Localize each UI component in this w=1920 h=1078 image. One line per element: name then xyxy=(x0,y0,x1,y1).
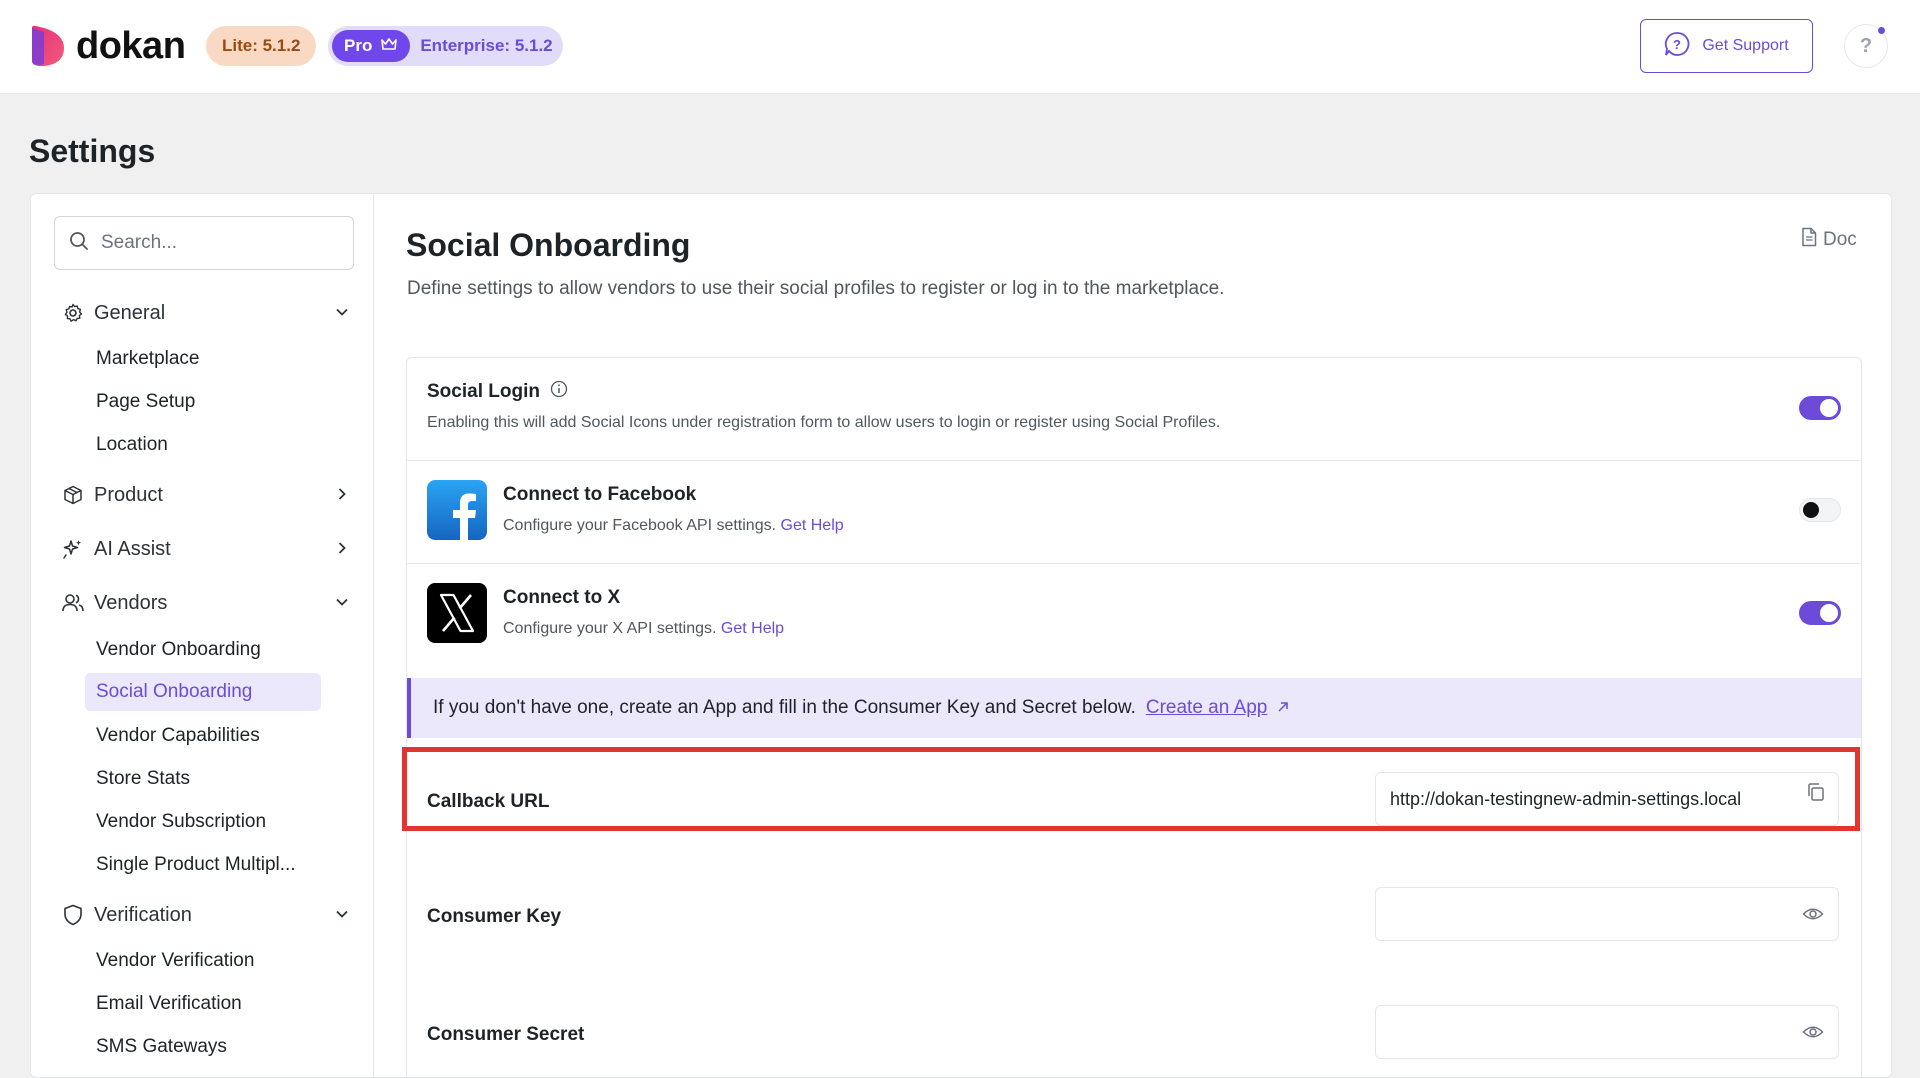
consumer-secret-field xyxy=(1375,1005,1839,1059)
box-icon xyxy=(61,485,85,505)
callback-url-highlight-box xyxy=(402,747,1860,831)
users-icon xyxy=(61,593,85,613)
sidebar-item-vendor-onboarding[interactable]: Vendor Onboarding xyxy=(96,637,261,663)
section-description: Define settings to allow vendors to use … xyxy=(407,278,1225,299)
lite-version-badge: Lite: 5.1.2 xyxy=(206,26,317,66)
sidebar-group-product[interactable]: Product xyxy=(61,481,351,509)
sidebar-item-single-product-multiple[interactable]: Single Product Multipl... xyxy=(96,852,296,878)
social-login-toggle[interactable] xyxy=(1799,396,1841,420)
sidebar-group-verification[interactable]: Verification xyxy=(61,901,351,929)
facebook-description-row: Configure your Facebook API settings. Ge… xyxy=(503,517,844,535)
sidebar-item-email-verification[interactable]: Email Verification xyxy=(96,991,242,1017)
eye-icon[interactable] xyxy=(1802,1021,1824,1048)
facebook-get-help-link[interactable]: Get Help xyxy=(781,517,844,534)
pro-badge: Pro xyxy=(332,30,411,62)
sidebar-item-sms-gateways[interactable]: SMS Gateways xyxy=(96,1034,227,1060)
chevron-right-icon xyxy=(333,485,351,509)
notification-dot xyxy=(1878,27,1885,34)
search-box[interactable] xyxy=(54,216,354,270)
pro-version-badge: Pro Enterprise: 5.1.2 xyxy=(328,26,563,66)
sidebar-item-vendor-verification[interactable]: Vendor Verification xyxy=(96,948,254,974)
chevron-down-icon xyxy=(333,905,351,929)
consumer-key-field xyxy=(1375,887,1839,941)
eye-icon[interactable] xyxy=(1802,903,1824,930)
settings-card: General Marketplace Page Setup Location … xyxy=(30,193,1892,1078)
x-logo-icon xyxy=(427,583,487,643)
doc-link[interactable]: Doc xyxy=(1801,227,1857,253)
sparkles-icon xyxy=(61,538,85,560)
divider xyxy=(407,460,1861,461)
toggle-knob xyxy=(1803,502,1819,518)
facebook-toggle[interactable] xyxy=(1799,498,1841,522)
toggle-knob xyxy=(1820,399,1838,417)
sidebar-item-page-setup[interactable]: Page Setup xyxy=(96,389,195,415)
x-toggle[interactable] xyxy=(1799,601,1841,625)
consumer-key-input[interactable] xyxy=(1390,903,1790,925)
sidebar-group-vendors[interactable]: Vendors xyxy=(61,589,351,617)
facebook-icon xyxy=(427,480,487,540)
document-icon xyxy=(1801,227,1817,253)
consumer-secret-input[interactable] xyxy=(1390,1021,1790,1043)
settings-sidebar: General Marketplace Page Setup Location … xyxy=(31,194,374,1077)
sidebar-group-label: Verification xyxy=(94,903,192,926)
get-support-button[interactable]: ? Get Support xyxy=(1640,19,1813,73)
help-question-icon: ? xyxy=(1859,34,1873,57)
sidebar-group-ai-assist[interactable]: AI Assist xyxy=(61,535,351,563)
chevron-right-icon xyxy=(333,539,351,563)
toggle-knob xyxy=(1820,604,1838,622)
sidebar-item-marketplace[interactable]: Marketplace xyxy=(96,346,200,372)
x-label: Connect to X xyxy=(503,587,621,608)
consumer-secret-label: Consumer Secret xyxy=(427,1024,585,1045)
sidebar-group-label: Product xyxy=(94,483,163,506)
sidebar-item-location[interactable]: Location xyxy=(96,432,168,458)
pro-label: Pro xyxy=(344,36,373,55)
social-login-description: Enabling this will add Social Icons unde… xyxy=(427,414,1221,431)
logo-text: dokan xyxy=(76,25,186,67)
x-description: Configure your X API settings. xyxy=(503,620,717,637)
facebook-description: Configure your Facebook API settings. xyxy=(503,517,777,534)
create-app-link[interactable]: Create an App xyxy=(1146,697,1267,719)
sidebar-item-social-onboarding[interactable]: Social Onboarding xyxy=(85,673,321,711)
shield-icon xyxy=(61,904,85,926)
x-get-help-link[interactable]: Get Help xyxy=(721,620,784,637)
social-login-label: Social Login xyxy=(427,380,540,402)
enterprise-version-label: Enterprise: 5.1.2 xyxy=(420,36,553,55)
main-content: Social Onboarding Define settings to all… xyxy=(374,194,1891,1077)
sidebar-group-label: Vendors xyxy=(94,591,168,614)
top-bar: dokan Lite: 5.1.2 Pro Enterprise: 5.1.2 … xyxy=(0,0,1920,94)
crown-icon xyxy=(380,36,398,57)
sidebar-item-vendor-subscription[interactable]: Vendor Subscription xyxy=(96,809,266,835)
dokan-logo[interactable]: dokan xyxy=(30,24,186,68)
help-button[interactable]: ? xyxy=(1844,24,1888,68)
page-title: Settings xyxy=(29,133,156,169)
search-icon xyxy=(69,231,89,256)
section-title: Social Onboarding xyxy=(406,227,691,263)
chevron-down-icon xyxy=(333,303,351,327)
external-link-icon xyxy=(1277,697,1289,719)
support-chat-icon: ? xyxy=(1664,31,1690,62)
gear-icon xyxy=(61,303,85,323)
social-settings-panel: Social Login Enabling this will add Soci… xyxy=(406,357,1862,1077)
sidebar-item-vendor-capabilities[interactable]: Vendor Capabilities xyxy=(96,723,260,749)
get-support-label: Get Support xyxy=(1702,37,1789,54)
sidebar-group-general[interactable]: General xyxy=(61,299,351,327)
doc-label: Doc xyxy=(1823,229,1857,250)
dokan-logo-icon xyxy=(30,24,66,68)
facebook-label: Connect to Facebook xyxy=(503,484,697,505)
sidebar-item-store-stats[interactable]: Store Stats xyxy=(96,766,190,792)
create-app-label: Create an App xyxy=(1145,697,1268,718)
sidebar-group-label: AI Assist xyxy=(94,537,171,560)
consumer-key-label: Consumer Key xyxy=(427,906,562,927)
info-icon[interactable] xyxy=(550,380,568,403)
x-description-row: Configure your X API settings. Get Help xyxy=(503,620,784,638)
notice-text: If you don't have one, create an App and… xyxy=(433,697,1136,718)
svg-text:?: ? xyxy=(1673,37,1681,52)
divider xyxy=(407,563,1861,564)
create-app-notice: If you don't have one, create an App and… xyxy=(407,678,1861,738)
sidebar-group-label: General xyxy=(94,301,166,324)
social-login-header: Social Login xyxy=(427,380,568,403)
chevron-down-icon xyxy=(333,593,351,617)
search-input[interactable] xyxy=(101,232,341,254)
